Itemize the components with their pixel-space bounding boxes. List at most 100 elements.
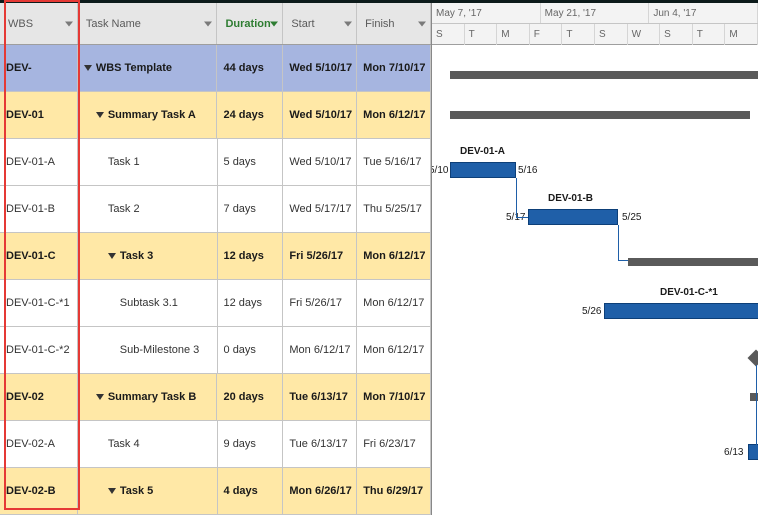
cell-duration[interactable]: 9 days [218, 421, 284, 467]
table-row[interactable]: DEV-01-BTask 27 daysWed 5/17/17Thu 5/25/… [0, 186, 431, 233]
cell-finish[interactable]: Thu 6/29/17 [357, 468, 431, 514]
cell-start[interactable]: Tue 6/13/17 [283, 374, 357, 420]
chevron-down-icon[interactable] [418, 21, 426, 26]
cell-start[interactable]: Mon 6/12/17 [283, 327, 357, 373]
cell-start[interactable]: Wed 5/10/17 [283, 45, 357, 91]
table-row[interactable]: DEV-01-C Task 3 12 daysFri 5/26/17Mon 6/12… [0, 233, 431, 280]
task-name-label: Summary Task A [108, 109, 196, 121]
table-row[interactable]: DEV-02-ATask 49 daysTue 6/13/17Fri 6/23/… [0, 421, 431, 468]
cell-duration[interactable]: 44 days [217, 45, 283, 91]
chevron-down-icon[interactable] [270, 21, 278, 26]
cell-wbs[interactable]: DEV-02-A [0, 421, 78, 467]
cell-finish[interactable]: Mon 6/12/17 [357, 92, 431, 138]
task-bar-dev01a[interactable] [450, 162, 516, 178]
gantt-date-label: 6/13 [724, 447, 743, 458]
cell-name[interactable]: WBS Template [78, 45, 218, 91]
cell-name[interactable]: Summary Task B [78, 374, 218, 420]
table-row[interactable]: DEV-02-B Task 5 4 daysMon 6/26/17Thu 6/29/… [0, 468, 431, 515]
cell-wbs[interactable]: DEV-01-C-*2 [0, 327, 78, 373]
summary-bar-dev01[interactable] [450, 111, 750, 119]
task-bar-dev01c1[interactable] [604, 303, 758, 319]
table-row[interactable]: DEV-01-C-*1Subtask 3.112 daysFri 5/26/17… [0, 280, 431, 327]
timeline-day: S [660, 24, 693, 45]
cell-finish[interactable]: Fri 6/23/17 [357, 421, 431, 467]
gantt-chart[interactable]: May 7, '17May 21, '17Jun 4, '17 STMFTSWS… [432, 3, 758, 515]
cell-name[interactable]: Task 3 [78, 233, 218, 279]
cell-wbs[interactable]: DEV-01-C [0, 233, 78, 279]
chevron-down-icon[interactable] [204, 21, 212, 26]
cell-finish[interactable]: Mon 6/12/17 [357, 280, 431, 326]
cell-name[interactable]: Task 1 [78, 139, 218, 185]
milestone-dev01c2[interactable] [748, 350, 758, 367]
cell-duration[interactable]: 24 days [217, 92, 283, 138]
collapse-icon[interactable] [108, 253, 116, 259]
cell-duration[interactable]: 12 days [218, 280, 284, 326]
cell-start[interactable]: Tue 6/13/17 [283, 421, 357, 467]
cell-finish[interactable]: Thu 5/25/17 [357, 186, 431, 232]
timeline-month: May 7, '17 [432, 3, 541, 23]
table-row[interactable]: DEV-02Summary Task B20 daysTue 6/13/17Mo… [0, 374, 431, 421]
timeline-month: May 21, '17 [541, 3, 650, 23]
task-bar-dev01b[interactable] [528, 209, 618, 225]
cell-start[interactable]: Wed 5/17/17 [283, 186, 357, 232]
cell-wbs[interactable]: DEV-01-C-*1 [0, 280, 78, 326]
cell-wbs[interactable]: DEV-01 [0, 92, 78, 138]
col-header-start-label: Start [291, 18, 314, 30]
gantt-body[interactable]: DEV-01-A 5/10 5/16 DEV-01-B 5/17 5/25 DE… [432, 45, 758, 515]
table-row[interactable]: DEV-01-ATask 15 daysWed 5/10/17Tue 5/16/… [0, 139, 431, 186]
cell-finish[interactable]: Mon 7/10/17 [357, 374, 431, 420]
col-header-name[interactable]: Task Name [78, 3, 218, 44]
cell-finish[interactable]: Tue 5/16/17 [357, 139, 431, 185]
cell-duration[interactable]: 5 days [218, 139, 284, 185]
collapse-icon[interactable] [84, 65, 92, 71]
cell-start[interactable]: Fri 5/26/17 [283, 280, 357, 326]
cell-wbs[interactable]: DEV-02 [0, 374, 78, 420]
cell-start[interactable]: Wed 5/10/17 [283, 92, 357, 138]
cell-duration[interactable]: 4 days [218, 468, 284, 514]
table-row[interactable]: DEV-01-C-*2Sub-Milestone 30 daysMon 6/12… [0, 327, 431, 374]
cell-duration[interactable]: 7 days [218, 186, 284, 232]
cell-duration[interactable]: 20 days [217, 374, 283, 420]
cell-name[interactable]: Task 2 [78, 186, 218, 232]
summary-bar-dev01c[interactable] [628, 258, 758, 266]
table-row[interactable]: DEV-01 Summary Task A 24 daysWed 5/10/17Mo… [0, 92, 431, 139]
cell-wbs[interactable]: DEV-01-A [0, 139, 78, 185]
col-header-finish[interactable]: Finish [357, 3, 431, 44]
cell-name[interactable]: Task 4 [78, 421, 218, 467]
cell-name[interactable]: Task 5 [78, 468, 218, 514]
timeline-month: Jun 4, '17 [649, 3, 758, 23]
chevron-down-icon[interactable] [65, 21, 73, 26]
cell-name[interactable]: Summary Task A [78, 92, 218, 138]
task-bar-dev02a[interactable] [748, 444, 758, 460]
cell-finish[interactable]: Mon 7/10/17 [357, 45, 431, 91]
gantt-label: DEV-01-B [548, 193, 593, 204]
cell-wbs[interactable]: DEV-02-B [0, 468, 78, 514]
cell-wbs[interactable]: DEV-01-B [0, 186, 78, 232]
timeline-day: M [725, 24, 758, 45]
cell-wbs[interactable]: DEV- [0, 45, 78, 91]
summary-bar-root[interactable] [450, 71, 758, 79]
cell-duration[interactable]: 12 days [218, 233, 284, 279]
collapse-icon[interactable] [96, 112, 104, 118]
collapse-icon[interactable] [108, 488, 116, 494]
cell-start[interactable]: Wed 5/10/17 [283, 139, 357, 185]
table-row[interactable]: DEV- WBS Template 44 daysWed 5/10/17Mon 7/… [0, 45, 431, 92]
collapse-icon[interactable] [96, 394, 104, 400]
col-header-start[interactable]: Start [283, 3, 357, 44]
gantt-date-label: 5/26 [582, 306, 601, 317]
cell-name[interactable]: Sub-Milestone 3 [78, 327, 218, 373]
dependency-link [618, 260, 628, 261]
timeline-day: S [432, 24, 465, 45]
col-header-duration[interactable]: Duration [217, 3, 283, 44]
cell-finish[interactable]: Mon 6/12/17 [357, 327, 431, 373]
task-name-label: Task 5 [120, 485, 153, 497]
chevron-down-icon[interactable] [344, 21, 352, 26]
cell-finish[interactable]: Mon 6/12/17 [357, 233, 431, 279]
task-name-label: WBS Template [96, 62, 172, 74]
cell-start[interactable]: Fri 5/26/17 [283, 233, 357, 279]
cell-name[interactable]: Subtask 3.1 [78, 280, 218, 326]
col-header-wbs[interactable]: WBS [0, 3, 78, 44]
task-name-label: Task 3 [120, 250, 153, 262]
cell-duration[interactable]: 0 days [218, 327, 284, 373]
cell-start[interactable]: Mon 6/26/17 [283, 468, 357, 514]
